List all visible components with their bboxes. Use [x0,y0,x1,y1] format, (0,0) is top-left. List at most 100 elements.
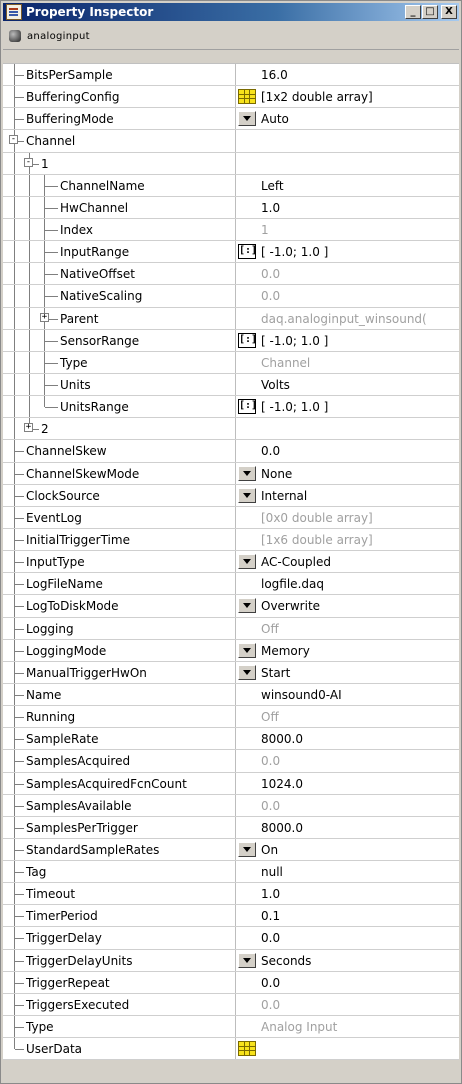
property-value[interactable]: 16.0 [261,68,288,82]
property-value-cell[interactable] [238,130,458,152]
property-value-cell[interactable]: 0.0 [238,972,458,994]
property-row[interactable]: InputType AC-Coupled [3,551,459,574]
array-editor-icon[interactable] [238,1041,256,1057]
property-value-cell[interactable]: 8000.0 [238,728,458,750]
property-value-cell[interactable] [238,1038,458,1060]
property-value[interactable]: Volts [261,378,290,392]
property-value-cell[interactable]: 0.1 [238,905,458,927]
close-button[interactable]: X [441,5,457,19]
property-value[interactable]: 0.0 [261,444,280,458]
property-value[interactable]: [ -1.0; 1.0 ] [261,400,328,414]
property-row[interactable]: BufferingConfig [1x2 double array] [3,86,459,109]
property-value[interactable]: 0.1 [261,909,280,923]
dropdown-arrow-icon[interactable] [238,642,256,658]
property-row[interactable]: LogFileName logfile.daq [3,573,459,596]
property-row[interactable]: ManualTriggerHwOn Start [3,661,459,685]
range-editor-icon[interactable]: [:] [238,244,257,260]
property-row[interactable]: Type Analog Input [3,1016,459,1039]
collapse-icon[interactable]: - [9,135,18,145]
property-row[interactable]: Index 1 [3,218,459,242]
collapse-icon[interactable]: - [24,157,33,167]
property-value[interactable]: Seconds [261,954,311,968]
property-value-cell[interactable]: Internal [238,485,458,507]
property-row[interactable]: TriggerDelay 0.0 [3,927,459,950]
property-row[interactable]: SensorRange [:] [ -1.0; 1.0 ] [3,329,459,352]
property-row[interactable]: Type Channel [3,351,459,375]
property-value-cell[interactable]: 1.0 [238,197,458,219]
property-value-cell[interactable]: Auto [238,108,458,130]
property-value-cell[interactable]: [:] [ -1.0; 1.0 ] [238,396,458,418]
property-row[interactable]: Running Off [3,706,459,729]
dropdown-arrow-icon[interactable] [238,554,256,570]
property-row[interactable]: LoggingMode Memory [3,639,459,662]
property-value-cell[interactable]: 0.0 [238,440,458,462]
property-value[interactable]: Left [261,179,284,193]
range-editor-icon[interactable]: [:] [238,399,257,415]
property-value[interactable]: winsound0-AI [261,688,342,702]
property-value[interactable]: Internal [261,489,307,503]
property-row[interactable]: StandardSampleRates On [3,838,459,862]
property-value[interactable]: 1.0 [261,201,280,215]
expand-icon[interactable]: + [24,423,33,433]
property-row[interactable]: + Parent daq.analoginput_winsound( [3,307,459,330]
property-value-cell[interactable]: 0.0 [238,927,458,949]
property-row[interactable]: UnitsRange [:] [ -1.0; 1.0 ] [3,396,459,419]
property-value-cell[interactable]: Volts [238,374,458,396]
property-value[interactable]: 1.0 [261,887,280,901]
property-value[interactable]: 0.0 [261,931,280,945]
property-value[interactable]: 8000.0 [261,821,303,835]
property-value-cell[interactable]: [:] [ -1.0; 1.0 ] [238,330,458,352]
property-row[interactable]: - Channel [3,130,459,153]
range-editor-icon[interactable]: [:] [238,332,257,348]
property-value-cell[interactable]: Overwrite [238,595,458,617]
property-row[interactable]: SamplesAcquired 0.0 [3,750,459,773]
minimize-button[interactable]: _ [405,5,421,19]
expand-icon[interactable]: + [40,312,49,322]
array-editor-icon[interactable] [238,89,256,105]
property-value-cell[interactable]: 16.0 [238,64,458,86]
property-value[interactable]: AC-Coupled [261,555,331,569]
property-row[interactable]: ChannelName Left [3,174,459,197]
property-value[interactable]: Start [261,666,290,680]
property-value[interactable]: On [261,843,278,857]
property-row[interactable]: TimerPeriod 0.1 [3,905,459,928]
property-value-cell[interactable]: [:] [ -1.0; 1.0 ] [238,241,458,263]
property-value[interactable]: [1x2 double array] [261,90,373,104]
property-value-cell[interactable]: AC-Coupled [238,551,458,573]
property-value-cell[interactable]: logfile.daq [238,573,458,595]
property-row[interactable]: HwChannel 1.0 [3,196,459,220]
property-value-cell[interactable]: 8000.0 [238,817,458,839]
property-row[interactable]: UserData [3,1038,459,1061]
property-row[interactable]: InputRange [:] [ -1.0; 1.0 ] [3,241,459,264]
property-value[interactable]: 0.0 [261,976,280,990]
property-row[interactable]: LogToDiskMode Overwrite [3,595,459,618]
property-value-cell[interactable]: On [238,839,458,861]
property-row[interactable]: Name winsound0-AI [3,683,459,707]
dropdown-arrow-icon[interactable] [238,952,256,968]
title-bar[interactable]: Property Inspector _ □ X [3,3,459,21]
property-value-cell[interactable]: [1x2 double array] [238,86,458,108]
property-row[interactable]: -1 [3,152,459,175]
dropdown-arrow-icon[interactable] [238,841,256,857]
property-row[interactable]: ChannelSkew 0.0 [3,440,459,463]
dropdown-arrow-icon[interactable] [238,111,256,127]
property-row[interactable]: TriggerDelayUnits Seconds [3,949,459,972]
property-row[interactable]: EventLog [0x0 double array] [3,506,459,530]
property-row[interactable]: InitialTriggerTime [1x6 double array] [3,528,459,552]
property-value[interactable]: 1024.0 [261,777,303,791]
property-value-cell[interactable]: null [238,861,458,883]
property-value[interactable]: None [261,467,292,481]
property-row[interactable]: TriggersExecuted 0.0 [3,993,459,1017]
property-value-cell[interactable]: Start [238,662,458,684]
property-value-cell[interactable]: Memory [238,640,458,662]
property-row[interactable]: Logging Off [3,617,459,640]
property-row[interactable]: +2 [3,418,459,441]
property-row[interactable]: SamplesPerTrigger 8000.0 [3,816,459,840]
property-row[interactable]: ClockSource Internal [3,484,459,507]
dropdown-arrow-icon[interactable] [238,598,256,614]
property-value[interactable]: logfile.daq [261,577,324,591]
maximize-button[interactable]: □ [422,5,438,19]
property-row[interactable]: Units Volts [3,373,459,397]
property-value-cell[interactable]: Seconds [238,950,458,972]
property-value-cell[interactable]: winsound0-AI [238,684,458,706]
